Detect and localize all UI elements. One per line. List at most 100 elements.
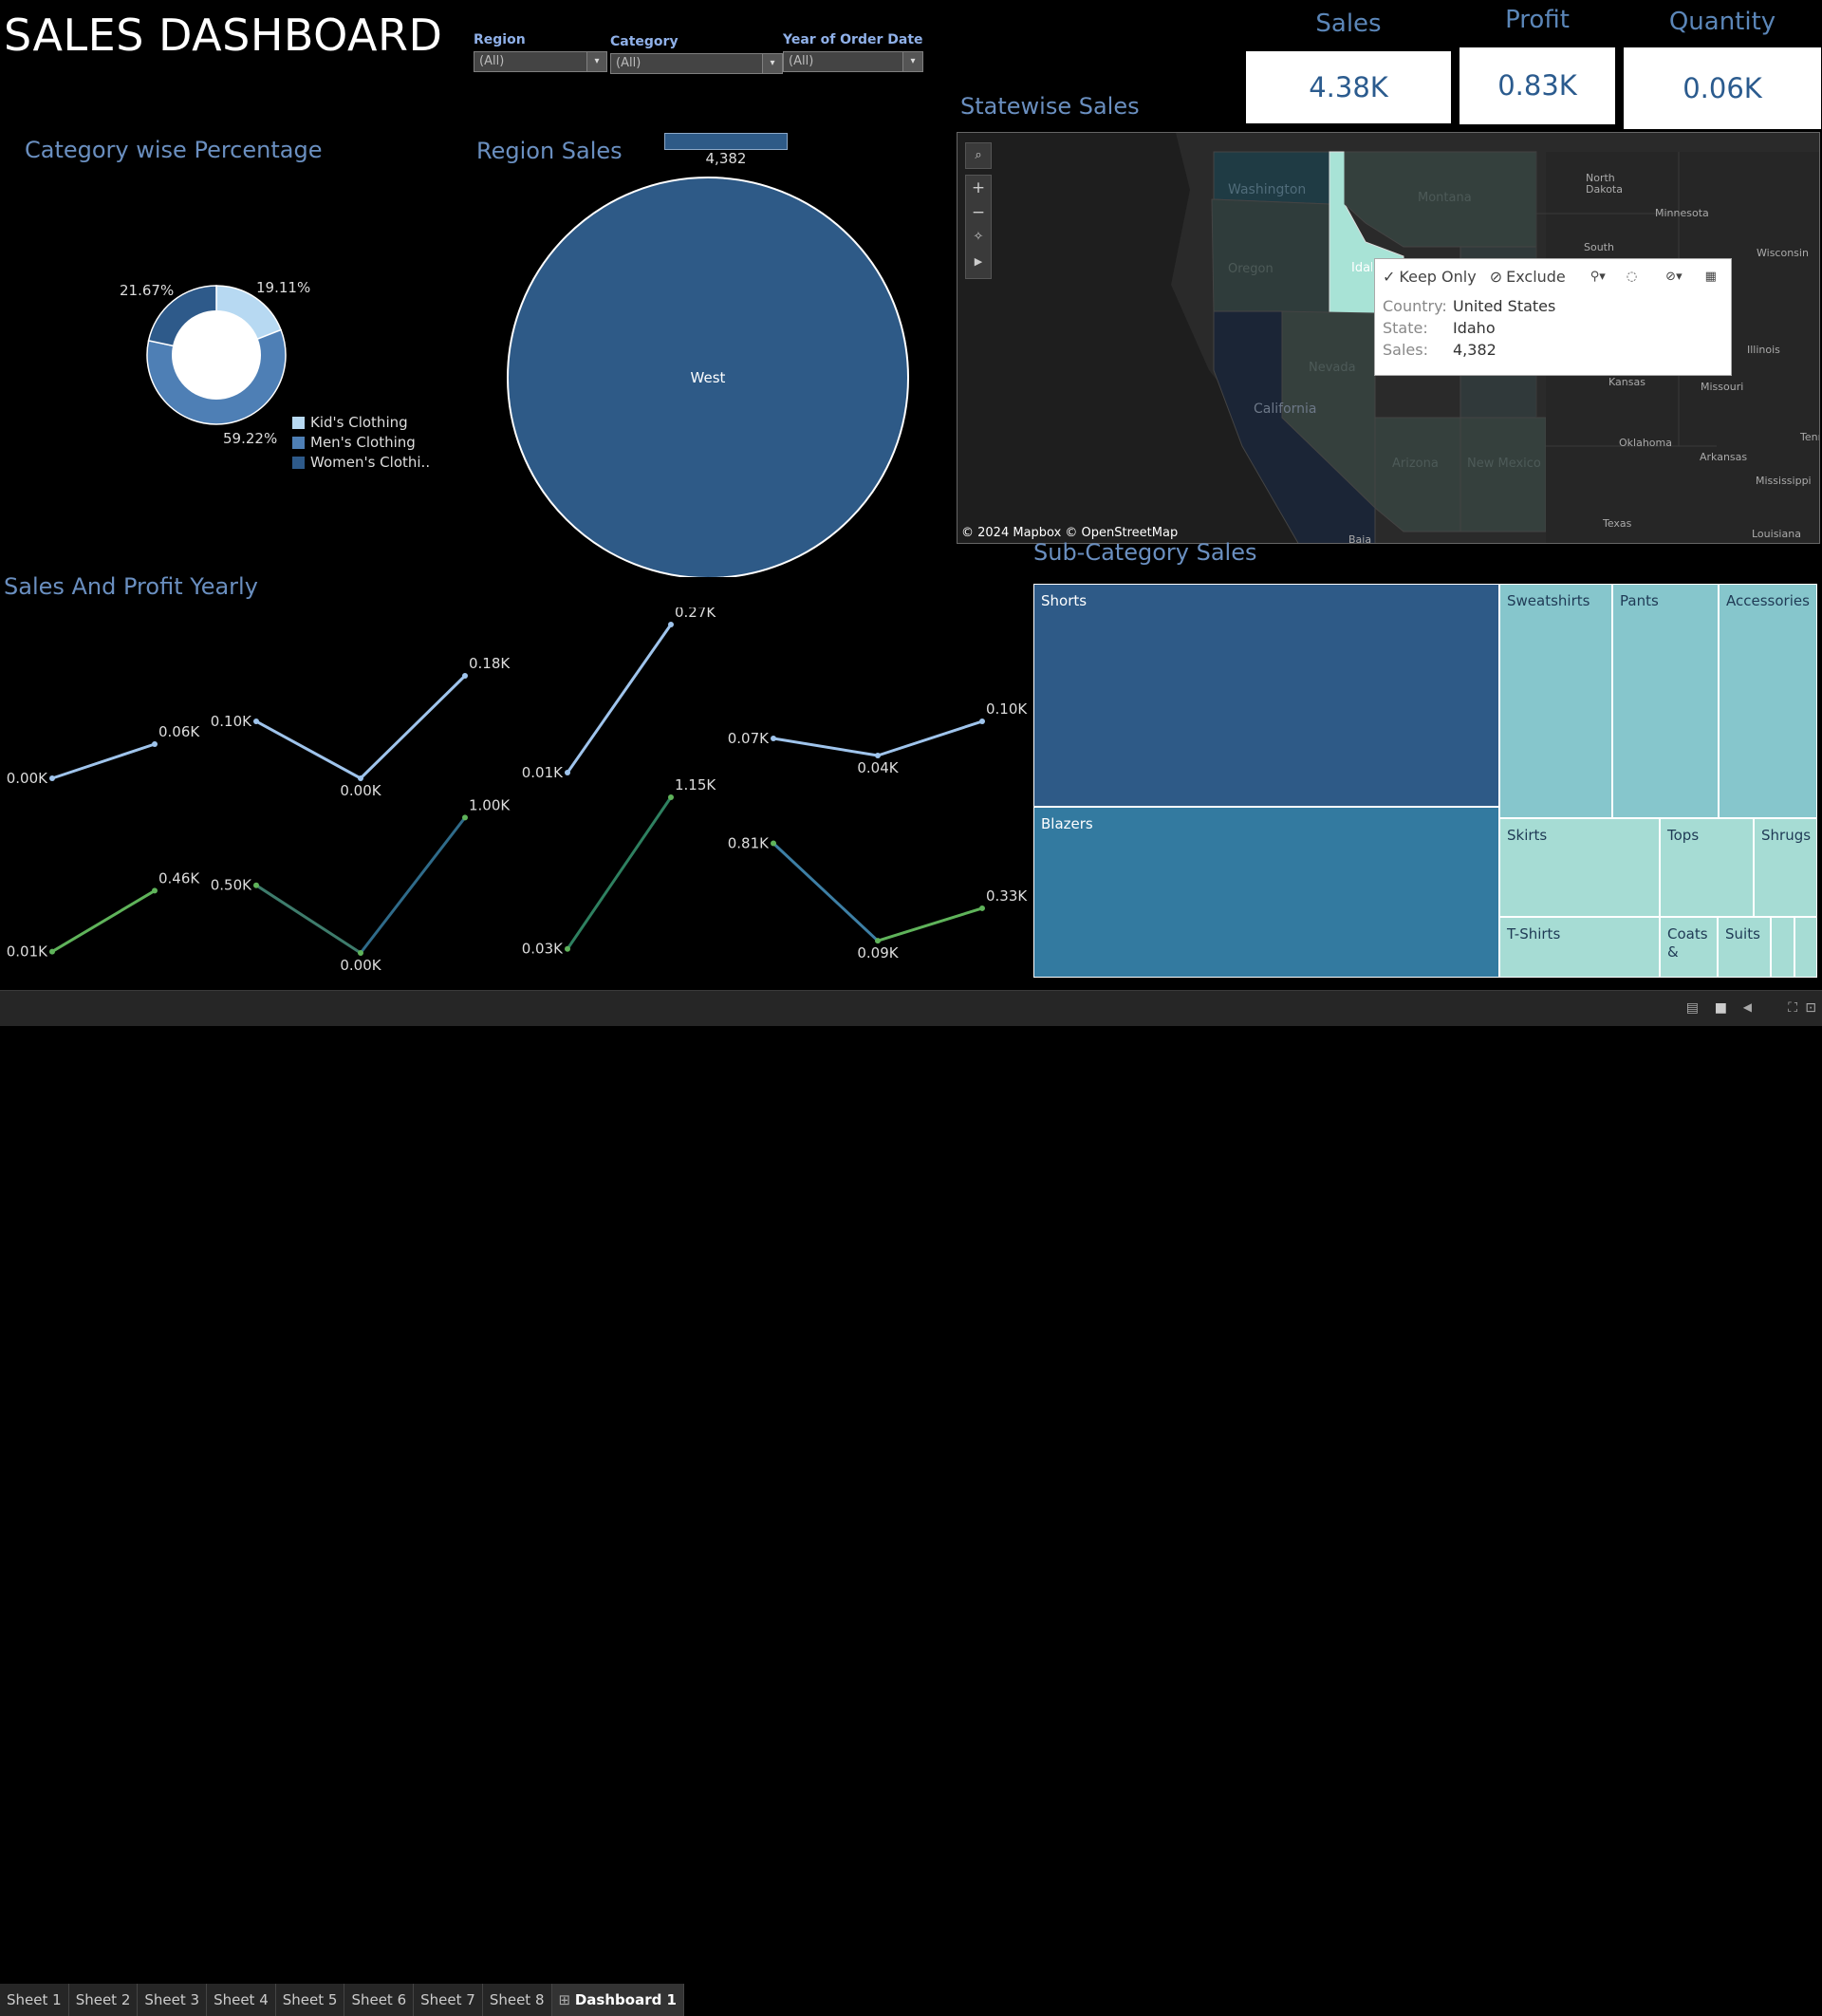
profit-line-segment[interactable] [51,889,156,953]
page-title: SALES DASHBOARD [4,9,443,61]
map-label-oregon: Oregon [1228,262,1274,276]
sales-point[interactable] [253,719,259,724]
sales-point[interactable] [668,622,674,627]
tab-sheet-8[interactable]: Sheet 8 [482,1984,552,2016]
profit-line-segment[interactable] [877,906,983,943]
profit-point[interactable] [49,948,55,955]
profit-point[interactable] [462,814,468,821]
sales-line-segment[interactable] [255,719,362,780]
tab-label: Sheet 2 [75,1991,131,2008]
map-attribution[interactable]: © 2024 Mapbox © OpenStreetMap [961,526,1178,540]
profit-point[interactable] [358,950,363,956]
treemap-cell-shorts[interactable]: Shorts [1033,584,1499,807]
treemap-cell-small-a[interactable] [1771,917,1794,978]
sales-point[interactable] [875,753,881,758]
tab-sheet-4[interactable]: Sheet 4 [207,1984,276,2016]
category-legend: Kid's Clothing Men's Clothing Women's Cl… [292,414,430,471]
profit-point[interactable] [771,840,776,847]
treemap-cell-small-b[interactable] [1794,917,1817,978]
sales-point[interactable] [462,673,468,679]
sales-point[interactable] [565,770,570,775]
sales-point[interactable] [49,775,55,781]
profit-line-segment[interactable] [772,842,880,943]
create-set-icon[interactable]: ◌ [1627,270,1637,284]
tab-sheet-1[interactable]: Sheet 1 [0,1984,69,2016]
chevron-down-icon[interactable]: ▾ [586,52,606,71]
pin-icon[interactable]: ✧ [966,225,991,250]
treemap-cell-skirts[interactable]: Skirts [1499,818,1660,917]
treemap-cell-tops[interactable]: Tops [1660,818,1754,917]
group-members-icon[interactable]: ⚲▾ [1590,270,1606,284]
scroll-left-icon[interactable]: ◀ [1743,1000,1752,1014]
sales-point[interactable] [358,775,363,781]
sales-value-label: 0.10K [986,700,1028,718]
profit-point[interactable] [668,794,674,800]
filmstrip-icon[interactable]: ▤ [1686,1000,1699,1016]
keep-only-button[interactable]: Keep Only [1399,268,1476,286]
profit-line-segment[interactable] [566,796,673,950]
profit-point[interactable] [565,945,570,952]
sales-point[interactable] [979,719,985,724]
map-label-minnesota: Minnesota [1655,207,1709,219]
sales-line-segment[interactable] [772,737,879,757]
treemap-cell-tshirts[interactable]: T-Shirts [1499,917,1660,978]
profit-line-segment[interactable] [255,884,362,955]
legend-item-womens[interactable]: Women's Clothi.. [292,454,430,471]
kpi-profit-value[interactable]: 0.83K [1459,47,1615,124]
treemap-cell-coats[interactable]: Coats & [1660,917,1718,978]
tab-sheet-2[interactable]: Sheet 2 [68,1984,139,2016]
profit-point[interactable] [253,882,259,888]
map-label-nevada: Nevada [1309,361,1356,375]
tab-sheet-5[interactable]: Sheet 5 [275,1984,345,2016]
state-oregon[interactable] [1211,198,1330,314]
statewise-map[interactable]: Washington Oregon Idaho Montana Nevada C… [957,132,1820,544]
profit-line-segment[interactable] [359,816,467,954]
map-search-icon[interactable]: ⌕ [965,142,992,169]
filter-category-label: Category [610,34,679,49]
filter-category-select[interactable]: (All) ▾ [610,53,783,74]
tab-sheet-3[interactable]: Sheet 3 [138,1984,208,2016]
filter-year-select[interactable]: (All) ▾ [783,51,923,72]
profit-point[interactable] [875,938,881,944]
treemap-cell-pants[interactable]: Pants [1612,584,1719,818]
sales-line-segment[interactable] [566,624,673,774]
legend-item-mens[interactable]: Men's Clothing [292,434,430,451]
kpi-quantity-value[interactable]: 0.06K [1624,47,1821,129]
category-section-title: Category wise Percentage [25,137,323,163]
zoom-out-icon[interactable]: − [966,200,991,225]
treemap-cell-accessories[interactable]: Accessories [1719,584,1817,818]
sales-value-label: 0.27K [675,607,716,621]
profit-point[interactable] [979,905,985,911]
zoom-in-icon[interactable]: + [966,176,991,200]
state-new-mexico[interactable] [1459,417,1547,532]
treemap-cell-blazers[interactable]: Blazers [1033,807,1499,978]
tab-sheet-7[interactable]: Sheet 7 [414,1984,483,2016]
map-label-north-dakota: North Dakota [1586,172,1623,196]
treemap-cell-suits[interactable]: Suits [1718,917,1771,978]
expand-arrow-icon[interactable]: ▶ [966,250,991,274]
map-label-oklahoma: Oklahoma [1619,437,1672,449]
sheet-sorter-icon[interactable]: ■ [1715,1000,1727,1016]
sales-point[interactable] [771,736,776,741]
filter-region-select[interactable]: (All) ▾ [474,51,607,72]
chevron-down-icon[interactable]: ▾ [762,54,782,73]
sales-line-segment[interactable] [877,719,983,757]
tab-sheet-6[interactable]: Sheet 6 [344,1984,415,2016]
exclude-button[interactable]: Exclude [1506,268,1566,286]
view-data-icon[interactable]: ▦ [1705,270,1717,284]
sales-line-segment[interactable] [359,674,467,780]
presentation-icon[interactable]: ⊡ [1805,1000,1816,1016]
treemap-cell-sweatshirts[interactable]: Sweatshirts [1499,584,1612,818]
link-icon[interactable]: ⊘▾ [1665,270,1682,284]
legend-item-kids[interactable]: Kid's Clothing [292,414,430,431]
kpi-sales-value[interactable]: 4.38K [1246,51,1451,123]
profit-point[interactable] [152,887,158,894]
region-sales-bar[interactable] [664,133,788,150]
sales-point[interactable] [152,741,158,747]
tab-dashboard-1[interactable]: ⊞ Dashboard 1 [551,1984,684,2016]
state-arizona[interactable] [1374,417,1461,532]
chevron-down-icon[interactable]: ▾ [902,52,922,71]
fullscreen-icon[interactable]: ⛶ [1788,1000,1797,1016]
treemap-cell-shrugs[interactable]: Shrugs [1754,818,1817,917]
sales-line-segment[interactable] [51,742,156,780]
